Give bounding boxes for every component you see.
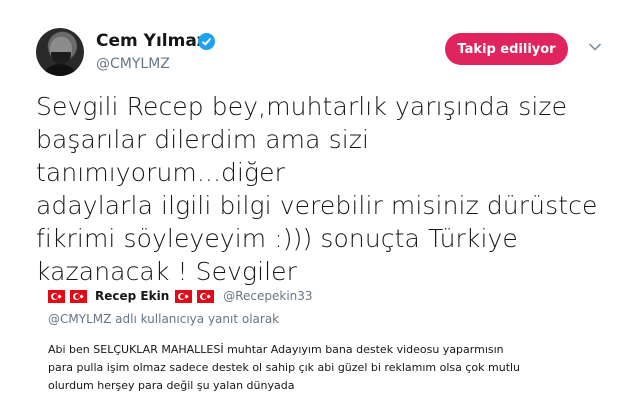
quoted-line: Abi ben SELÇUKLAR MAHALLESİ muhtar Adayı… (48, 343, 504, 356)
chevron-down-icon[interactable] (588, 42, 602, 52)
author-name[interactable]: Cem Yılmaz (96, 31, 207, 51)
quoted-line: para pulla işim olmaz sadece destek ol s… (48, 361, 521, 374)
turkey-flag-icon (197, 289, 215, 303)
turkey-flag-icon (70, 289, 87, 303)
tweet-line: kazanacak ! Sevgiler (36, 257, 298, 286)
avatar-beard (51, 52, 71, 64)
tweet-line: Sevgili Recep bey,muhtarlık yarışında si… (36, 92, 568, 121)
quoted-tweet-header: Recep Ekin @Recepekin33 (48, 288, 313, 304)
author-handle[interactable]: @CMYLMZ (96, 56, 170, 72)
quoted-line: olurdum herşey para değil şu yalan dünya… (48, 379, 295, 392)
verified-badge-icon (198, 33, 215, 50)
following-button[interactable]: Takip ediliyor (445, 33, 568, 65)
turkey-flag-icon (175, 289, 193, 303)
quoted-author-handle[interactable]: @Recepekin33 (223, 289, 312, 303)
tweet-line: adaylarla ilgili bilgi verebilir misiniz… (36, 191, 598, 220)
tweet-line: başarılar dilerdim ama sizi tanımıyorum.… (36, 125, 370, 187)
quoted-author-name[interactable]: Recep Ekin (95, 289, 169, 303)
reply-to-label[interactable]: @CMYLMZ adlı kullanıcıya yanıt olarak (48, 312, 279, 326)
tweet-text: Sevgili Recep bey,muhtarlık yarışında si… (36, 90, 616, 288)
avatar-shoulders (40, 64, 80, 76)
quoted-tweet-body: Abi ben SELÇUKLAR MAHALLESİ muhtar Adayı… (48, 341, 608, 395)
avatar[interactable] (36, 28, 84, 76)
turkey-flag-icon (48, 289, 65, 303)
tweet-line: fikrimi söyleyeyim :))) sonuçta Türkiye (36, 224, 518, 253)
